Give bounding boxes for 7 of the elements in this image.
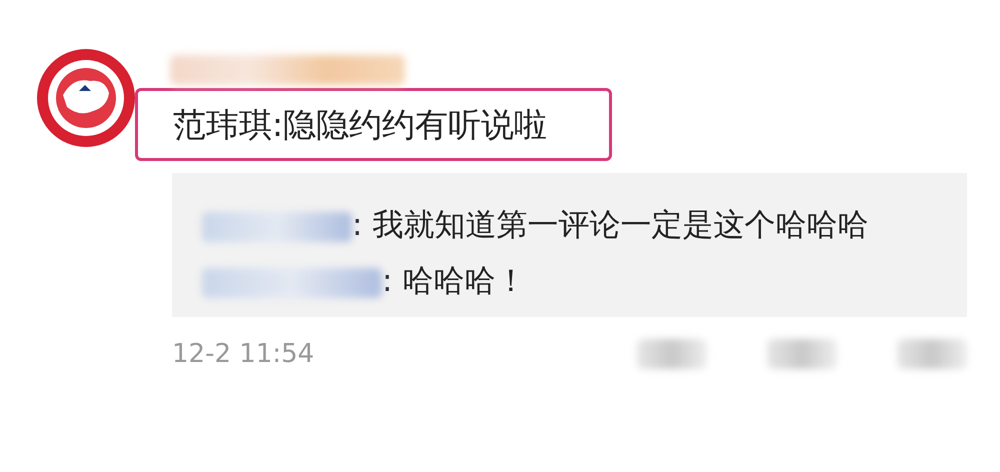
blurred-icon[interactable] [767,339,837,369]
reply-text: : 我就知道第一评论一定是这个哈哈哈 [352,207,868,243]
blurred-icon[interactable] [637,339,707,369]
comment-text: 范玮琪:隐隐约约有听说啦 [135,88,612,161]
reply-text: : 哈哈哈！ [382,263,526,299]
blurred-icon[interactable] [897,339,967,369]
timestamp: 12-2 11:54 [172,339,316,369]
